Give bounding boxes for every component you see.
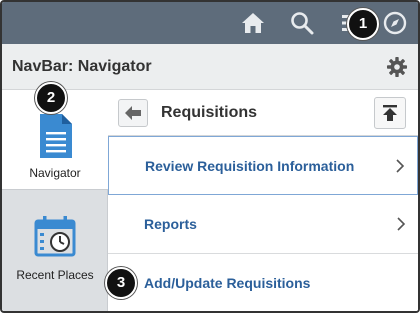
step-badge-2: 2 bbox=[35, 82, 67, 114]
arrow-to-top-icon bbox=[383, 105, 397, 121]
sidebar: Navigator Recent Places bbox=[2, 90, 108, 311]
calendar-clock-icon bbox=[34, 216, 76, 257]
list-item-reports[interactable]: Reports bbox=[108, 195, 418, 254]
arrow-left-icon bbox=[125, 106, 141, 120]
document-icon bbox=[40, 114, 72, 158]
sidebar-item-label: Recent Places bbox=[16, 268, 94, 282]
list-item-review-requisition[interactable]: Review Requisition Information bbox=[108, 136, 418, 195]
list-item-label: Review Requisition Information bbox=[145, 158, 355, 174]
list-item-label: Reports bbox=[144, 216, 197, 232]
navbar-panel: NavBar: Navigator Navigator Recent Place… bbox=[0, 0, 420, 313]
step-badge-3: 3 bbox=[105, 267, 137, 299]
step-badge-1: 1 bbox=[347, 8, 379, 40]
content-panel: Requisitions Review Requisition Informat… bbox=[108, 90, 418, 311]
page-header: NavBar: Navigator bbox=[2, 44, 418, 90]
sidebar-item-recent-places[interactable]: Recent Places bbox=[2, 190, 108, 290]
content-title: Requisitions bbox=[161, 104, 258, 121]
gear-icon[interactable] bbox=[386, 56, 408, 78]
search-icon[interactable] bbox=[289, 10, 315, 36]
sidebar-item-label: Navigator bbox=[29, 166, 81, 180]
scroll-to-top-button[interactable] bbox=[374, 97, 406, 129]
list-item-label: Add/Update Requisitions bbox=[144, 275, 311, 291]
page-title: NavBar: Navigator bbox=[12, 58, 152, 75]
compass-icon[interactable] bbox=[382, 10, 408, 36]
back-button[interactable] bbox=[118, 99, 148, 127]
list-item-add-update-requisitions[interactable]: Add/Update Requisitions bbox=[108, 254, 418, 311]
content-header: Requisitions bbox=[108, 90, 418, 136]
home-icon[interactable] bbox=[240, 10, 266, 36]
chevron-right-icon bbox=[397, 217, 406, 231]
chevron-right-icon bbox=[396, 159, 405, 173]
